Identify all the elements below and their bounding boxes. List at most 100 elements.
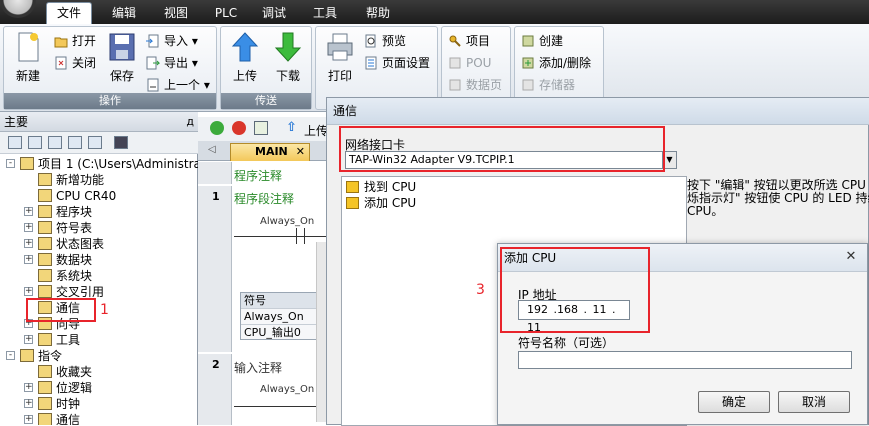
save-button[interactable]: 保存 xyxy=(102,31,142,89)
pane-toolbar xyxy=(0,132,198,154)
view-icon[interactable] xyxy=(8,136,22,149)
tree-item[interactable]: - 项目 1 (C:\Users\Administrato xyxy=(6,156,198,172)
tree-item[interactable]: + 时钟 xyxy=(24,396,80,412)
menu-edit[interactable]: 编辑 xyxy=(102,4,146,24)
download-button[interactable]: 下载 xyxy=(268,31,308,89)
annotation-box-3 xyxy=(500,247,650,333)
run-icon[interactable] xyxy=(210,121,224,135)
project-button[interactable]: 项目 xyxy=(446,31,490,51)
menu-tools[interactable]: 工具 xyxy=(303,4,347,24)
expand-icon[interactable]: + xyxy=(24,223,33,232)
app-logo[interactable] xyxy=(0,0,36,18)
import-button[interactable]: 导入 ▾ xyxy=(144,31,198,51)
upload-button[interactable]: 上传 xyxy=(225,31,265,89)
tree-item[interactable]: + 数据块 xyxy=(24,252,92,268)
menu-plc[interactable]: PLC xyxy=(204,4,248,24)
tab-left-arrow-icon[interactable]: ◁ xyxy=(208,144,216,155)
menu-file[interactable]: 文件 xyxy=(46,2,92,24)
find-cpu-item[interactable]: 找到 CPU xyxy=(346,179,416,195)
export-button[interactable]: 导出 ▾ xyxy=(144,53,198,73)
lightning-icon xyxy=(346,181,359,193)
document-icon[interactable] xyxy=(88,136,102,149)
pou-label: POU xyxy=(466,56,492,70)
symbol-row-2[interactable]: CPU_输出0 xyxy=(241,324,327,340)
tree-item[interactable]: + 位逻辑 xyxy=(24,380,92,396)
stop-icon[interactable] xyxy=(232,121,246,135)
expand-icon[interactable]: + xyxy=(24,415,33,424)
close-label: 关闭 xyxy=(72,56,97,70)
menu-help[interactable]: 帮助 xyxy=(356,4,400,24)
tab-main-label: MAIN xyxy=(255,145,288,158)
tree-item[interactable]: 收藏夹 xyxy=(38,364,92,380)
symbol-row-1[interactable]: Always_On xyxy=(241,308,327,324)
print-button[interactable]: 打印 xyxy=(320,31,360,89)
expand-icon[interactable]: + xyxy=(24,207,33,216)
expand-icon[interactable]: + xyxy=(24,335,33,344)
menu-debug[interactable]: 调试 xyxy=(252,4,296,24)
upload-small-label[interactable]: 上传 xyxy=(304,122,328,139)
import-icon xyxy=(146,34,159,48)
expand-icon[interactable]: + xyxy=(24,399,33,408)
tree-item-label: CPU CR40 xyxy=(56,189,117,203)
upload-small-icon[interactable]: ⇧ xyxy=(286,121,300,135)
tree-node-icon xyxy=(38,365,52,378)
compile-icon[interactable] xyxy=(254,121,268,135)
list-icon[interactable] xyxy=(48,136,62,149)
network1-comment[interactable]: 程序段注释 xyxy=(234,190,294,207)
upload-label: 上传 xyxy=(232,69,257,83)
expand-icon[interactable]: + xyxy=(24,287,33,296)
tree-item[interactable]: + 状态图表 xyxy=(24,236,104,252)
previous-button[interactable]: 上一个 ▾ xyxy=(144,75,210,95)
tree-item[interactable]: 系统块 xyxy=(38,268,92,284)
expand-icon[interactable]: + xyxy=(24,383,33,392)
collapse-icon[interactable]: - xyxy=(6,159,15,168)
data-page-button[interactable]: 数据页 xyxy=(446,75,502,95)
import-label: 导入 xyxy=(164,34,189,48)
tree-item[interactable]: + 符号表 xyxy=(24,220,92,236)
network2-contact[interactable]: Always_On xyxy=(260,384,314,395)
network1-contact[interactable]: Always_On xyxy=(260,216,314,227)
collapse-icon[interactable]: - xyxy=(6,351,15,360)
tab-main[interactable]: MAIN ✕ xyxy=(230,143,310,161)
tree-item[interactable]: + 通信 xyxy=(24,412,80,425)
preview-button[interactable]: 预览 xyxy=(362,31,406,51)
pin-icon[interactable]: д xyxy=(186,112,194,132)
tree-item[interactable]: - 指令 xyxy=(6,348,62,364)
menu-view[interactable]: 视图 xyxy=(154,4,198,24)
add-cpu-item[interactable]: 添加 CPU xyxy=(346,195,416,211)
tree-node-icon xyxy=(38,189,52,202)
network2-comment[interactable]: 输入注释 xyxy=(234,359,282,376)
symbol-name-field[interactable] xyxy=(518,351,852,369)
ok-button[interactable]: 确定 xyxy=(698,391,770,413)
new-button[interactable]: 新建 xyxy=(8,31,48,89)
cancel-button[interactable]: 取消 xyxy=(778,391,850,413)
open-button[interactable]: 打开 xyxy=(52,31,96,51)
table-icon[interactable] xyxy=(28,136,42,149)
tree-item[interactable]: 新增功能 xyxy=(38,172,104,188)
pou-button[interactable]: POU xyxy=(446,53,491,73)
tree-item[interactable]: + 工具 xyxy=(24,332,80,348)
page-setup-button[interactable]: 页面设置 xyxy=(362,53,430,73)
tab-close-icon[interactable]: ✕ xyxy=(296,144,305,160)
memory-button[interactable]: 存储器 xyxy=(519,75,575,95)
close-icon[interactable]: ✕ xyxy=(841,250,861,266)
expand-icon[interactable]: + xyxy=(24,255,33,264)
expand-icon[interactable]: + xyxy=(24,239,33,248)
tree-item[interactable]: CPU CR40 xyxy=(38,188,116,204)
monitor-icon[interactable] xyxy=(114,136,128,149)
grid-icon[interactable] xyxy=(68,136,82,149)
create-button[interactable]: 创建 xyxy=(519,31,563,51)
contact-symbol-1b xyxy=(304,228,305,244)
tree-node-icon xyxy=(38,237,52,250)
contact-symbol-1 xyxy=(296,228,297,244)
add-delete-button[interactable]: 添加/删除 xyxy=(519,53,591,73)
close-button[interactable]: 关闭 xyxy=(52,53,96,73)
editor-scrollbar[interactable] xyxy=(316,242,326,422)
tree-node-icon xyxy=(38,285,52,298)
download-arrow-icon xyxy=(274,32,302,62)
tree-node-icon xyxy=(38,397,52,410)
create-icon xyxy=(522,35,534,47)
tree-item[interactable]: + 程序块 xyxy=(24,204,92,220)
new-file-icon xyxy=(18,32,39,62)
program-comment[interactable]: 程序注释 xyxy=(234,167,282,184)
